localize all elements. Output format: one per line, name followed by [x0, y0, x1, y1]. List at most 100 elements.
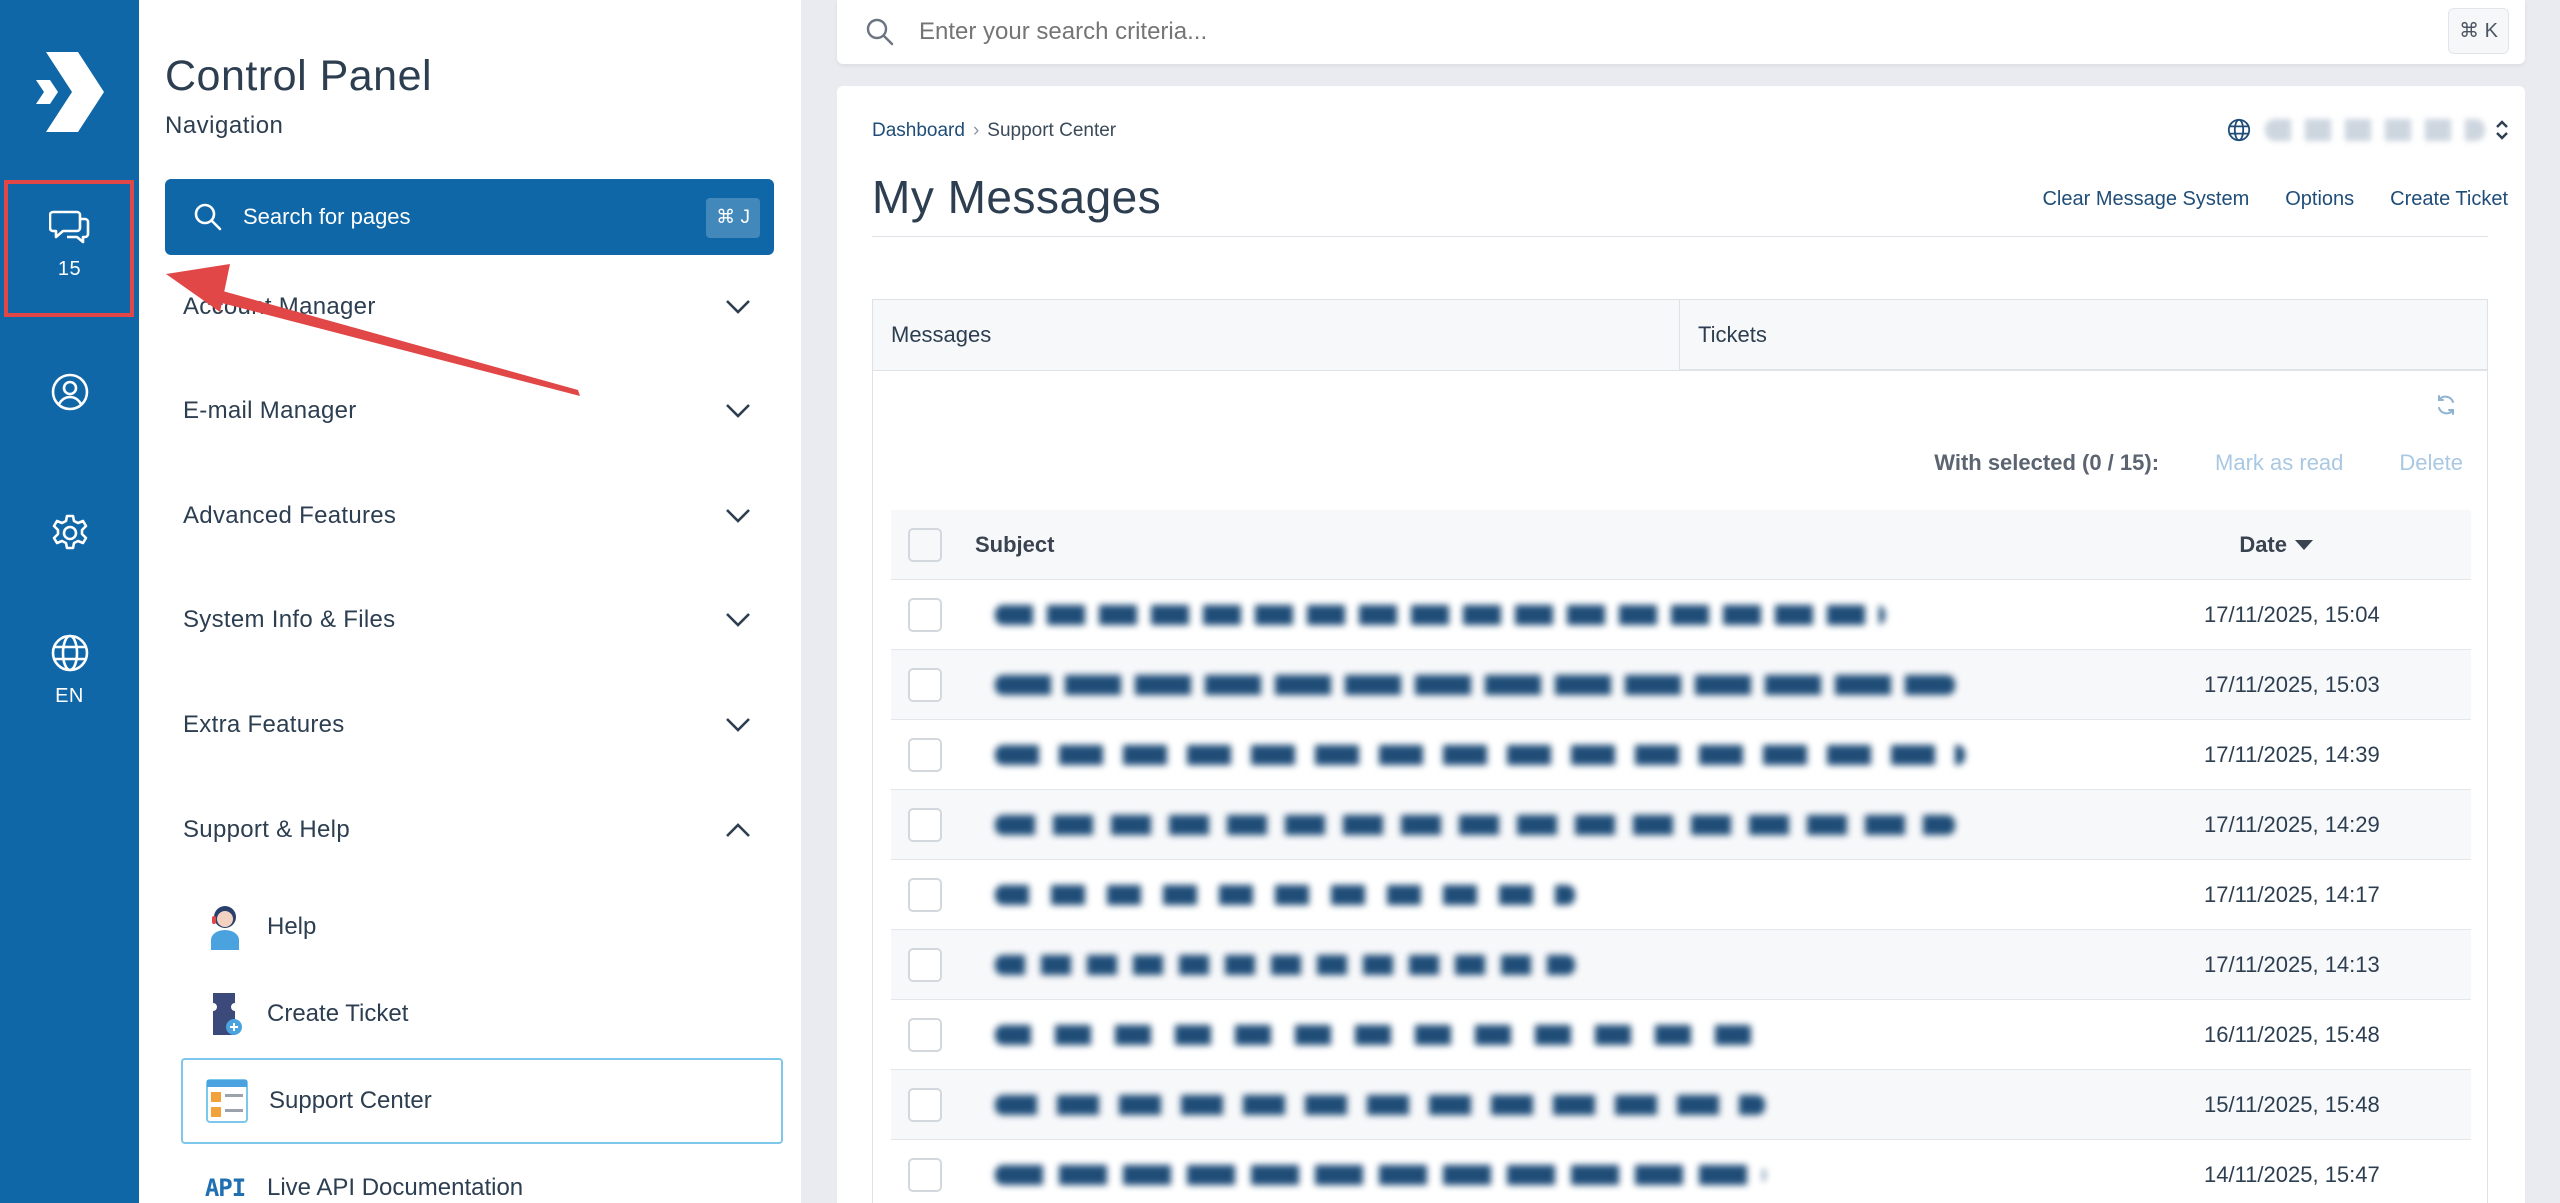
table-row[interactable]: 16/11/2025, 15:48 — [891, 1000, 2471, 1070]
bulk-actions: With selected (0 / 15): Mark as read Del… — [1934, 450, 2463, 476]
select-all-checkbox[interactable] — [908, 527, 942, 562]
page-search-shortcut: ⌘ J — [706, 198, 760, 238]
nav-group-system-info[interactable]: System Info & Files — [183, 590, 763, 650]
rail-language-button[interactable]: EN — [0, 633, 139, 708]
column-subject[interactable]: Subject — [975, 532, 1054, 558]
rail-account-button[interactable] — [0, 372, 139, 412]
create-ticket-link[interactable]: Create Ticket — [2390, 188, 2508, 211]
nav-group-label: System Info & Files — [183, 606, 396, 633]
nav-group-label: E-mail Manager — [183, 397, 357, 424]
row-date: 17/11/2025, 15:04 — [2204, 601, 2380, 627]
nav-item-label: Help — [267, 913, 317, 940]
column-date[interactable]: Date — [2239, 532, 2313, 558]
breadcrumb-current: Support Center — [987, 120, 1117, 141]
ticket-icon — [203, 988, 247, 1040]
subject-redacted[interactable] — [995, 814, 1955, 835]
global-search-bar: ⌘ K — [837, 0, 2525, 64]
tab-bar: Messages Tickets — [872, 299, 2488, 371]
nav-group-label: Extra Features — [183, 711, 345, 738]
mark-as-read-button[interactable]: Mark as read — [2215, 450, 2343, 476]
subject-redacted[interactable] — [995, 1024, 1755, 1045]
row-date: 17/11/2025, 14:17 — [2204, 881, 2380, 907]
row-date: 15/11/2025, 15:48 — [2204, 1091, 2380, 1117]
nav-item-live-api-docs[interactable]: API Live API Documentation — [181, 1145, 783, 1203]
nav-group-label: Advanced Features — [183, 502, 397, 529]
nav-group-advanced-features[interactable]: Advanced Features — [183, 486, 763, 546]
page-title: My Messages — [872, 171, 1162, 223]
gear-icon — [52, 514, 87, 550]
nav-group-extra-features[interactable]: Extra Features — [183, 695, 763, 755]
subject-redacted[interactable] — [995, 1094, 1765, 1115]
table-row[interactable]: 15/11/2025, 15:48 — [891, 1070, 2471, 1140]
subject-redacted[interactable] — [995, 744, 1965, 765]
row-checkbox[interactable] — [908, 597, 942, 632]
table-row[interactable]: 17/11/2025, 14:17 — [891, 860, 2471, 930]
options-link[interactable]: Options — [2285, 188, 2354, 211]
table-row[interactable]: 17/11/2025, 14:39 — [891, 720, 2471, 790]
chevron-up-icon — [726, 823, 750, 837]
table-header: Subject Date — [891, 510, 2471, 580]
nav-item-label: Support Center — [269, 1087, 432, 1114]
nav-group-account-manager[interactable]: Account Manager — [183, 277, 763, 337]
subject-redacted[interactable] — [995, 954, 1575, 975]
nav-group-label: Support & Help — [183, 816, 350, 843]
subject-redacted[interactable] — [995, 1164, 1765, 1185]
api-badge: API — [204, 1174, 246, 1202]
messages-table: Subject Date 17/11/2025, 15:04 17/11/202… — [891, 510, 2471, 1203]
refresh-icon[interactable] — [2435, 394, 2457, 416]
nav-item-help[interactable]: Help — [181, 884, 783, 970]
divider — [872, 236, 2488, 237]
selection-count: With selected (0 / 15): — [1934, 450, 2160, 475]
nav-item-label: Create Ticket — [267, 1000, 409, 1027]
nav-group-support-help[interactable]: Support & Help — [183, 800, 763, 860]
support-center-icon — [205, 1075, 249, 1127]
subject-redacted[interactable] — [995, 884, 1575, 905]
row-checkbox[interactable] — [908, 877, 942, 912]
logo-icon[interactable] — [32, 52, 104, 132]
delete-button[interactable]: Delete — [2399, 450, 2463, 476]
subject-redacted[interactable] — [995, 674, 1955, 695]
nav-item-label: Live API Documentation — [267, 1174, 524, 1201]
table-row[interactable]: 17/11/2025, 14:29 — [891, 790, 2471, 860]
chevron-down-icon — [726, 404, 750, 418]
api-icon: API — [203, 1162, 247, 1203]
rail-settings-button[interactable] — [0, 513, 139, 553]
row-checkbox[interactable] — [908, 737, 942, 772]
subject-redacted[interactable] — [995, 604, 1885, 625]
nav-item-support-center[interactable]: Support Center — [181, 1058, 783, 1144]
nav-title: Control Panel — [165, 52, 433, 100]
icon-rail: 15 EN — [0, 0, 139, 1203]
chevron-down-icon — [726, 613, 750, 627]
page-search-label: Search for pages — [243, 204, 411, 229]
table-row[interactable]: 17/11/2025, 14:13 — [891, 930, 2471, 1000]
row-date: 14/11/2025, 15:47 — [2204, 1161, 2380, 1187]
user-circle-icon — [51, 373, 88, 411]
breadcrumb-dashboard-link[interactable]: Dashboard — [872, 120, 965, 142]
row-checkbox[interactable] — [908, 807, 942, 842]
language-selector[interactable] — [2227, 118, 2509, 142]
chevron-down-icon — [726, 718, 750, 732]
chevron-down-icon — [726, 509, 750, 523]
global-search-shortcut: ⌘ K — [2448, 8, 2509, 54]
clear-message-system-link[interactable]: Clear Message System — [2042, 188, 2249, 211]
page-search-button[interactable]: Search for pages ⌘ J — [165, 179, 774, 255]
tab-tickets[interactable]: Tickets — [1679, 300, 2487, 370]
chevron-updown-icon — [2496, 120, 2508, 140]
row-checkbox[interactable] — [908, 1017, 942, 1052]
nav-group-email-manager[interactable]: E-mail Manager — [183, 381, 763, 441]
nav-item-create-ticket[interactable]: Create Ticket — [181, 971, 783, 1057]
column-date-label: Date — [2239, 531, 2287, 557]
chevron-down-icon — [726, 300, 750, 314]
row-checkbox[interactable] — [908, 947, 942, 982]
table-row[interactable]: 17/11/2025, 15:03 — [891, 650, 2471, 720]
nav-subtitle: Navigation — [165, 112, 284, 139]
row-checkbox[interactable] — [908, 667, 942, 702]
globe-icon — [51, 634, 88, 672]
global-search-input[interactable] — [919, 18, 2319, 46]
row-date: 17/11/2025, 14:13 — [2204, 951, 2380, 977]
row-checkbox[interactable] — [908, 1157, 942, 1192]
table-row[interactable]: 17/11/2025, 15:04 — [891, 580, 2471, 650]
row-checkbox[interactable] — [908, 1087, 942, 1122]
table-row[interactable]: 14/11/2025, 15:47 — [891, 1140, 2471, 1203]
tab-messages[interactable]: Messages — [873, 300, 1679, 370]
